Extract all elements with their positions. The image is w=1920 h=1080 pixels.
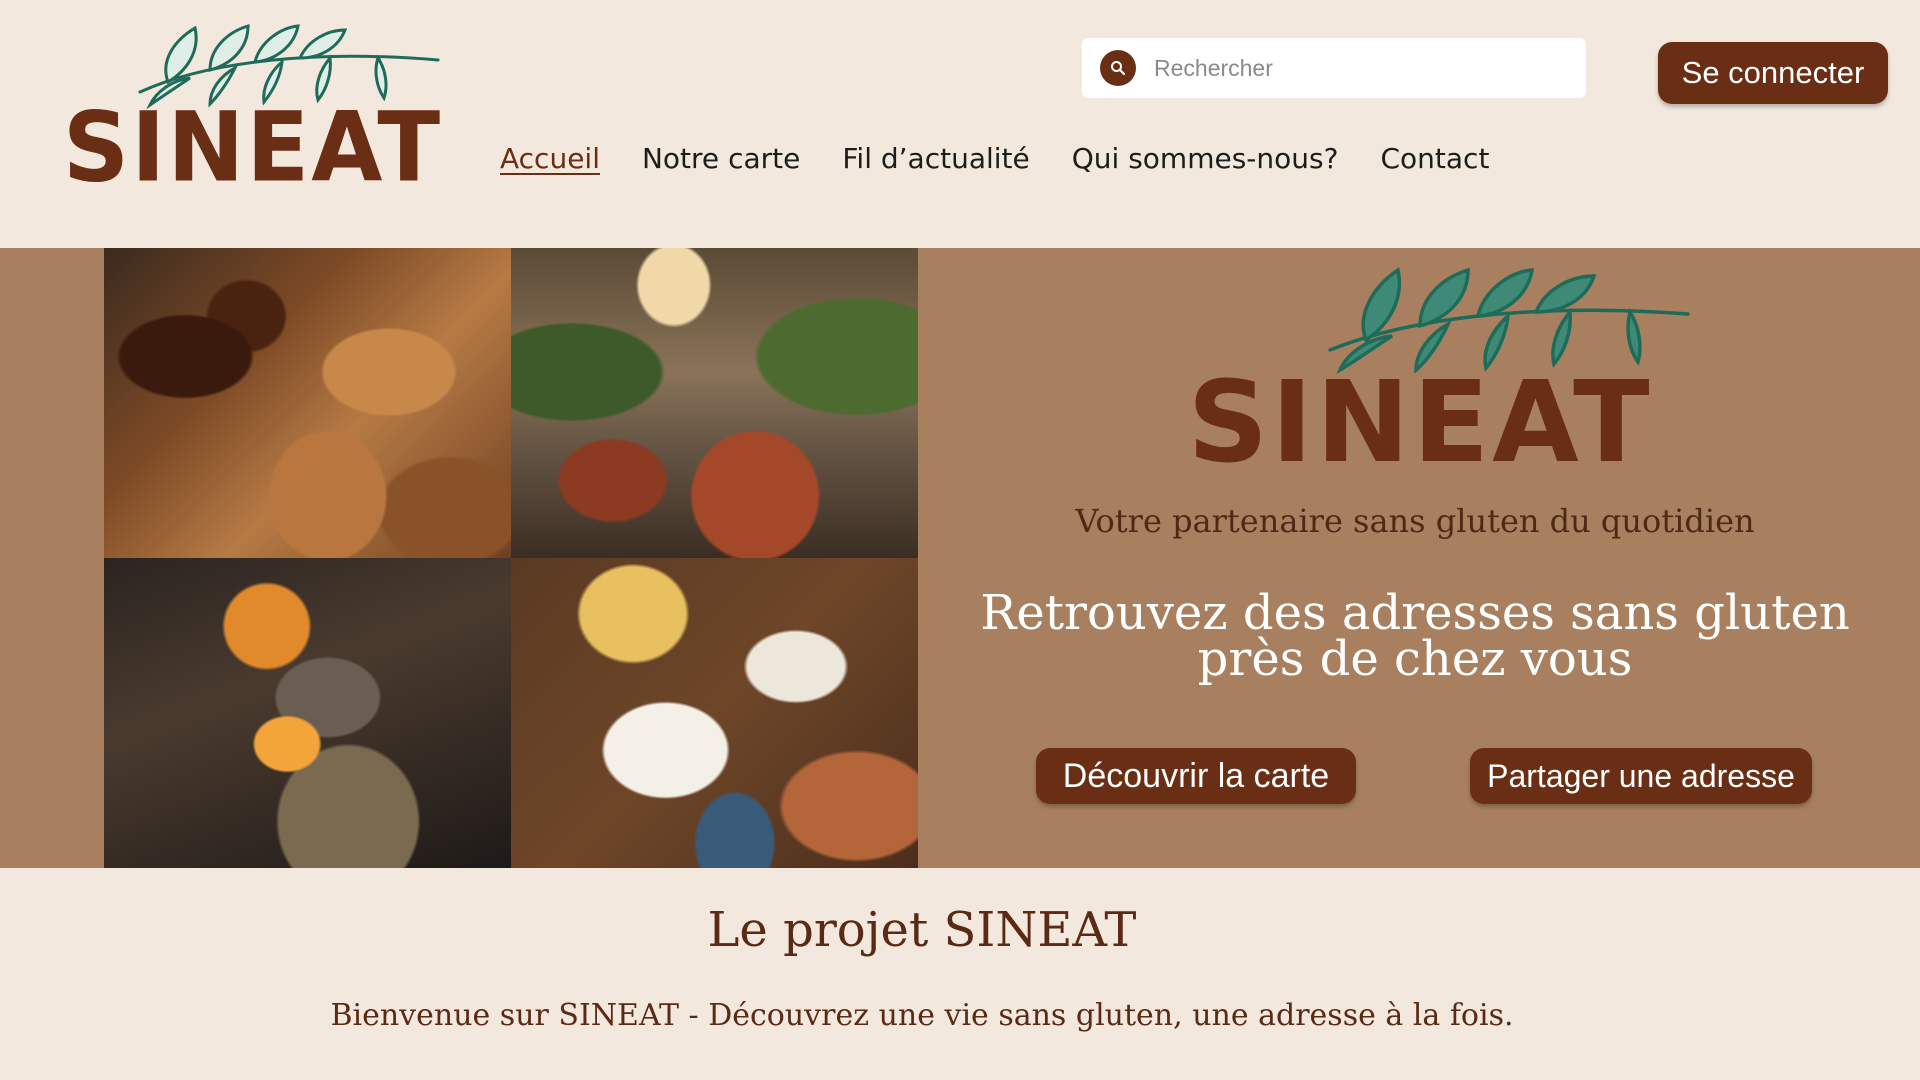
nav-link-contact[interactable]: Contact [1380,142,1489,175]
project-description: Bienvenue sur SINEAT - Découvrez une vie… [330,998,1514,1033]
shared-dishes-photo [511,558,918,868]
header: SINEAT Se connecter Accueil Notre carte … [0,0,1920,248]
share-address-button[interactable]: Partager une adresse [1470,748,1812,804]
logo-wordmark: SINEAT [62,91,443,204]
login-button[interactable]: Se connecter [1658,42,1888,104]
kitchen-flames-photo [104,558,511,868]
search-input[interactable] [1152,53,1556,83]
hero-title-line-1: Retrouvez des adresses sans gluten [980,585,1850,641]
grilled-meat-tacos-photo [104,248,511,558]
hero-section: SINEAT Votre partenaire sans gluten du q… [0,248,1920,868]
hero-tagline: Votre partenaire sans gluten du quotidie… [1075,502,1755,540]
sineat-logo[interactable]: SINEAT [60,20,445,204]
nav-link-fil-actualite[interactable]: Fil d’actualité [842,142,1029,175]
hero-logo: SINEAT [1130,258,1710,488]
hero-logo-wordmark: SINEAT [1187,358,1653,488]
nav-link-accueil[interactable]: Accueil [500,142,600,175]
search-icon[interactable] [1100,50,1136,86]
hero-title-line-2: près de chez vous [1197,631,1633,687]
nav-link-notre-carte[interactable]: Notre carte [642,142,800,175]
nav-link-qui-sommes-nous[interactable]: Qui sommes-nous? [1072,142,1339,175]
restaurant-interior-photo [511,248,918,558]
discover-menu-button[interactable]: Découvrir la carte [1036,748,1356,804]
main-nav: Accueil Notre carte Fil d’actualité Qui … [500,142,1531,175]
project-title: Le projet SINEAT [707,902,1137,958]
hero-title: Retrouvez des adresses sans gluten près … [960,585,1870,687]
search-bar[interactable] [1082,38,1586,98]
